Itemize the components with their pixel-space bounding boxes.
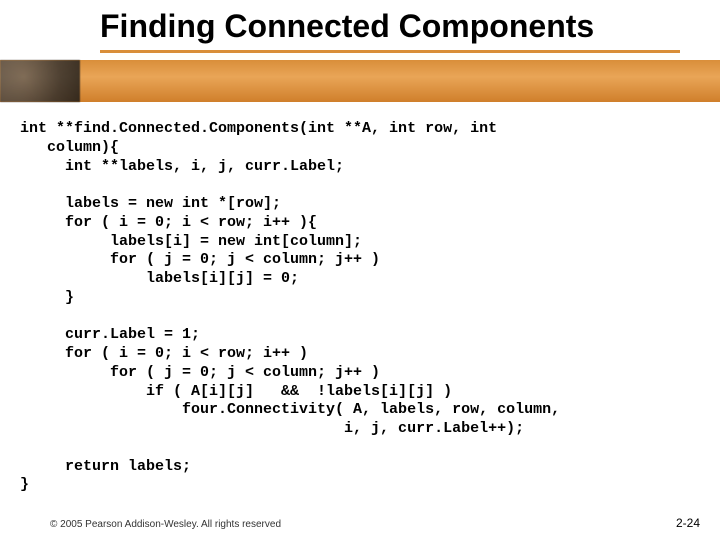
title-underline [100, 50, 680, 53]
slide-title: Finding Connected Components [100, 8, 700, 45]
header-photo [0, 60, 80, 102]
page-number: 2-24 [676, 516, 700, 530]
copyright-text: © 2005 Pearson Addison-Wesley. All right… [50, 519, 281, 530]
header-band [0, 60, 720, 102]
code-block: int **find.Connected.Components(int **A,… [20, 120, 700, 495]
